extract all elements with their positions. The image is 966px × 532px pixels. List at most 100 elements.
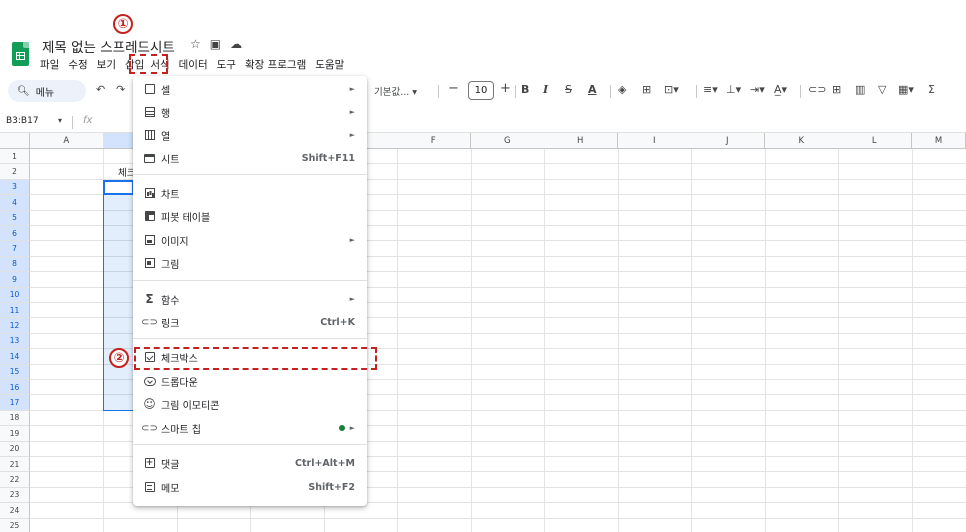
row-header-23[interactable]: 23 [0,487,30,504]
row-header-15[interactable]: 15 [0,364,30,380]
insert-menu-item-cell[interactable]: 셀 ► [133,78,367,100]
row-header-24[interactable]: 24 [0,503,30,519]
sheets-logo-icon[interactable] [12,42,29,66]
name-box[interactable]: B3:B17 [6,116,39,126]
insert-menu-item-label: 시트 [161,154,180,166]
menu-extensions[interactable]: 확장 프로그램 [245,57,306,72]
menu-tools[interactable]: 도구 [217,57,236,72]
strikethrough-button[interactable]: S [565,83,572,96]
horizontal-align-icon[interactable]: ≡▾ [703,83,718,96]
filter-views-icon[interactable]: ▦▾ [898,83,914,96]
insert-menu-item-link[interactable]: ⊂⊃ 링크 Ctrl+K [133,311,367,333]
font-size-input[interactable]: 10 [468,81,494,100]
decrease-font-size-button[interactable]: − [448,81,459,96]
row-header-7[interactable]: 7 [0,241,30,257]
insert-menu-item-label: 메모 [161,483,180,495]
menu-search[interactable]: 🔍︎ 메뉴 [8,80,86,102]
column-header-f[interactable]: F [397,133,471,149]
vertical-align-icon[interactable]: ⊥▾ [726,83,741,96]
merge-cells-icon[interactable]: ⊡▾ [664,83,679,96]
link-icon[interactable]: ⊂⊃ [808,83,826,96]
row-header-2[interactable]: 2 [0,164,30,180]
row-header-10[interactable]: 10 [0,287,30,303]
row-header-13[interactable]: 13 [0,333,30,350]
column-header-h[interactable]: H [544,133,618,149]
fill-color-icon[interactable]: ◈ [618,83,626,96]
bold-button[interactable]: B [521,83,529,96]
italic-button[interactable]: I [543,83,548,96]
insert-comment-icon[interactable]: ⊞ [832,83,841,96]
formula-divider [72,116,73,129]
active-cell[interactable] [103,179,134,196]
row-header-19[interactable]: 19 [0,426,30,442]
insert-menu-item-chart[interactable]: 차트 [133,182,367,204]
row-header-3[interactable]: 3 [0,179,30,196]
borders-icon[interactable]: ⊞ [642,83,651,96]
row-header-22[interactable]: 22 [0,472,30,488]
increase-font-size-button[interactable]: + [500,81,511,96]
insert-menu-item-memo[interactable]: 메모 Shift+F2 [133,476,367,498]
move-folder-icon[interactable]: ▣ [210,37,221,51]
insert-menu-item-image[interactable]: 이미지 ► [133,229,367,251]
row-header-6[interactable]: 6 [0,226,30,242]
row-header-25[interactable]: 25 [0,518,30,532]
insert-menu-item-sigma[interactable]: Σ 함수 ► [133,288,367,310]
insert-menu-item-rows[interactable]: 행 ► [133,101,367,123]
insert-menu-item-columns[interactable]: 열 ► [133,124,367,146]
selected-range[interactable] [103,179,134,411]
submenu-arrow-icon: ► [349,85,355,93]
row-header-12[interactable]: 12 [0,318,30,334]
filter-icon[interactable]: ▽ [878,83,886,96]
functions-icon[interactable]: Σ [928,83,935,96]
row-header-8[interactable]: 8 [0,256,30,273]
insert-menu-item-sheet[interactable]: 시트 Shift+F11 [133,147,367,169]
star-icon[interactable]: ☆ [190,37,201,51]
menu-edit[interactable]: 수정 [68,57,87,72]
column-header-k[interactable]: K [765,133,839,149]
row-header-4[interactable]: 4 [0,195,30,211]
column-header-l[interactable]: L [838,133,912,149]
insert-menu-item-dropdown[interactable]: 드롭다운 [133,370,367,392]
insert-menu-item-label: 행 [161,108,171,120]
font-family-select[interactable]: 기본값... ▾ [374,84,417,98]
text-wrap-icon[interactable]: ⇥▾ [750,83,765,96]
row-header-18[interactable]: 18 [0,410,30,427]
name-box-dropdown-icon[interactable]: ▾ [58,116,62,125]
cloud-status-icon[interactable]: ☁ [230,37,242,51]
row-header-20[interactable]: 20 [0,441,30,457]
row-header-17[interactable]: 17 [0,395,30,411]
select-all-corner[interactable] [0,133,30,149]
column-header-g[interactable]: G [471,133,545,149]
step-1-callout: ① [113,14,133,34]
undo-icon[interactable]: ↶ [96,83,105,96]
insert-menu-item-label: 이미지 [161,236,189,248]
menu-help[interactable]: 도움말 [315,57,344,72]
row-header-21[interactable]: 21 [0,457,30,473]
redo-icon[interactable]: ↷ [116,83,125,96]
insert-menu-item-emoji[interactable]: ☺ 그림 이모티콘 [133,393,367,415]
insert-menu-item-drawing[interactable]: 그림 [133,252,367,274]
text-color-button[interactable]: A [588,83,597,96]
row-header-14[interactable]: 14 [0,349,30,365]
row-header-1[interactable]: 1 [0,149,30,165]
submenu-arrow-icon: ► [349,295,355,303]
column-header-i[interactable]: I [618,133,692,149]
column-header-a[interactable]: A [30,133,104,149]
row-header-16[interactable]: 16 [0,380,30,396]
menu-view[interactable]: 보기 [97,57,116,72]
column-header-m[interactable]: M [912,133,966,149]
text-rotation-icon[interactable]: A̲▾ [774,83,787,96]
row-header-11[interactable]: 11 [0,303,30,319]
insert-menu-item-pivot-table[interactable]: 피봇 테이블 [133,205,367,227]
insert-chart-icon[interactable]: ▥ [855,83,865,96]
menu-file[interactable]: 파일 [40,57,59,72]
insert-menu-item-comment[interactable]: + 댓글 Ctrl+Alt+M [133,452,367,474]
menu-data[interactable]: 데이터 [179,57,208,72]
menubar: 파일 수정 보기 삽입 서식 데이터 도구 확장 프로그램 도움말 [40,56,353,72]
submenu-arrow-icon: ► [349,108,355,116]
document-title[interactable]: 제목 없는 스프레드시트 [42,36,175,56]
row-header-9[interactable]: 9 [0,272,30,288]
column-header-j[interactable]: J [691,133,765,149]
row-header-5[interactable]: 5 [0,210,30,226]
insert-menu-item-smart-chip[interactable]: ⊂⊃ 스마트 칩 ► [133,417,367,439]
